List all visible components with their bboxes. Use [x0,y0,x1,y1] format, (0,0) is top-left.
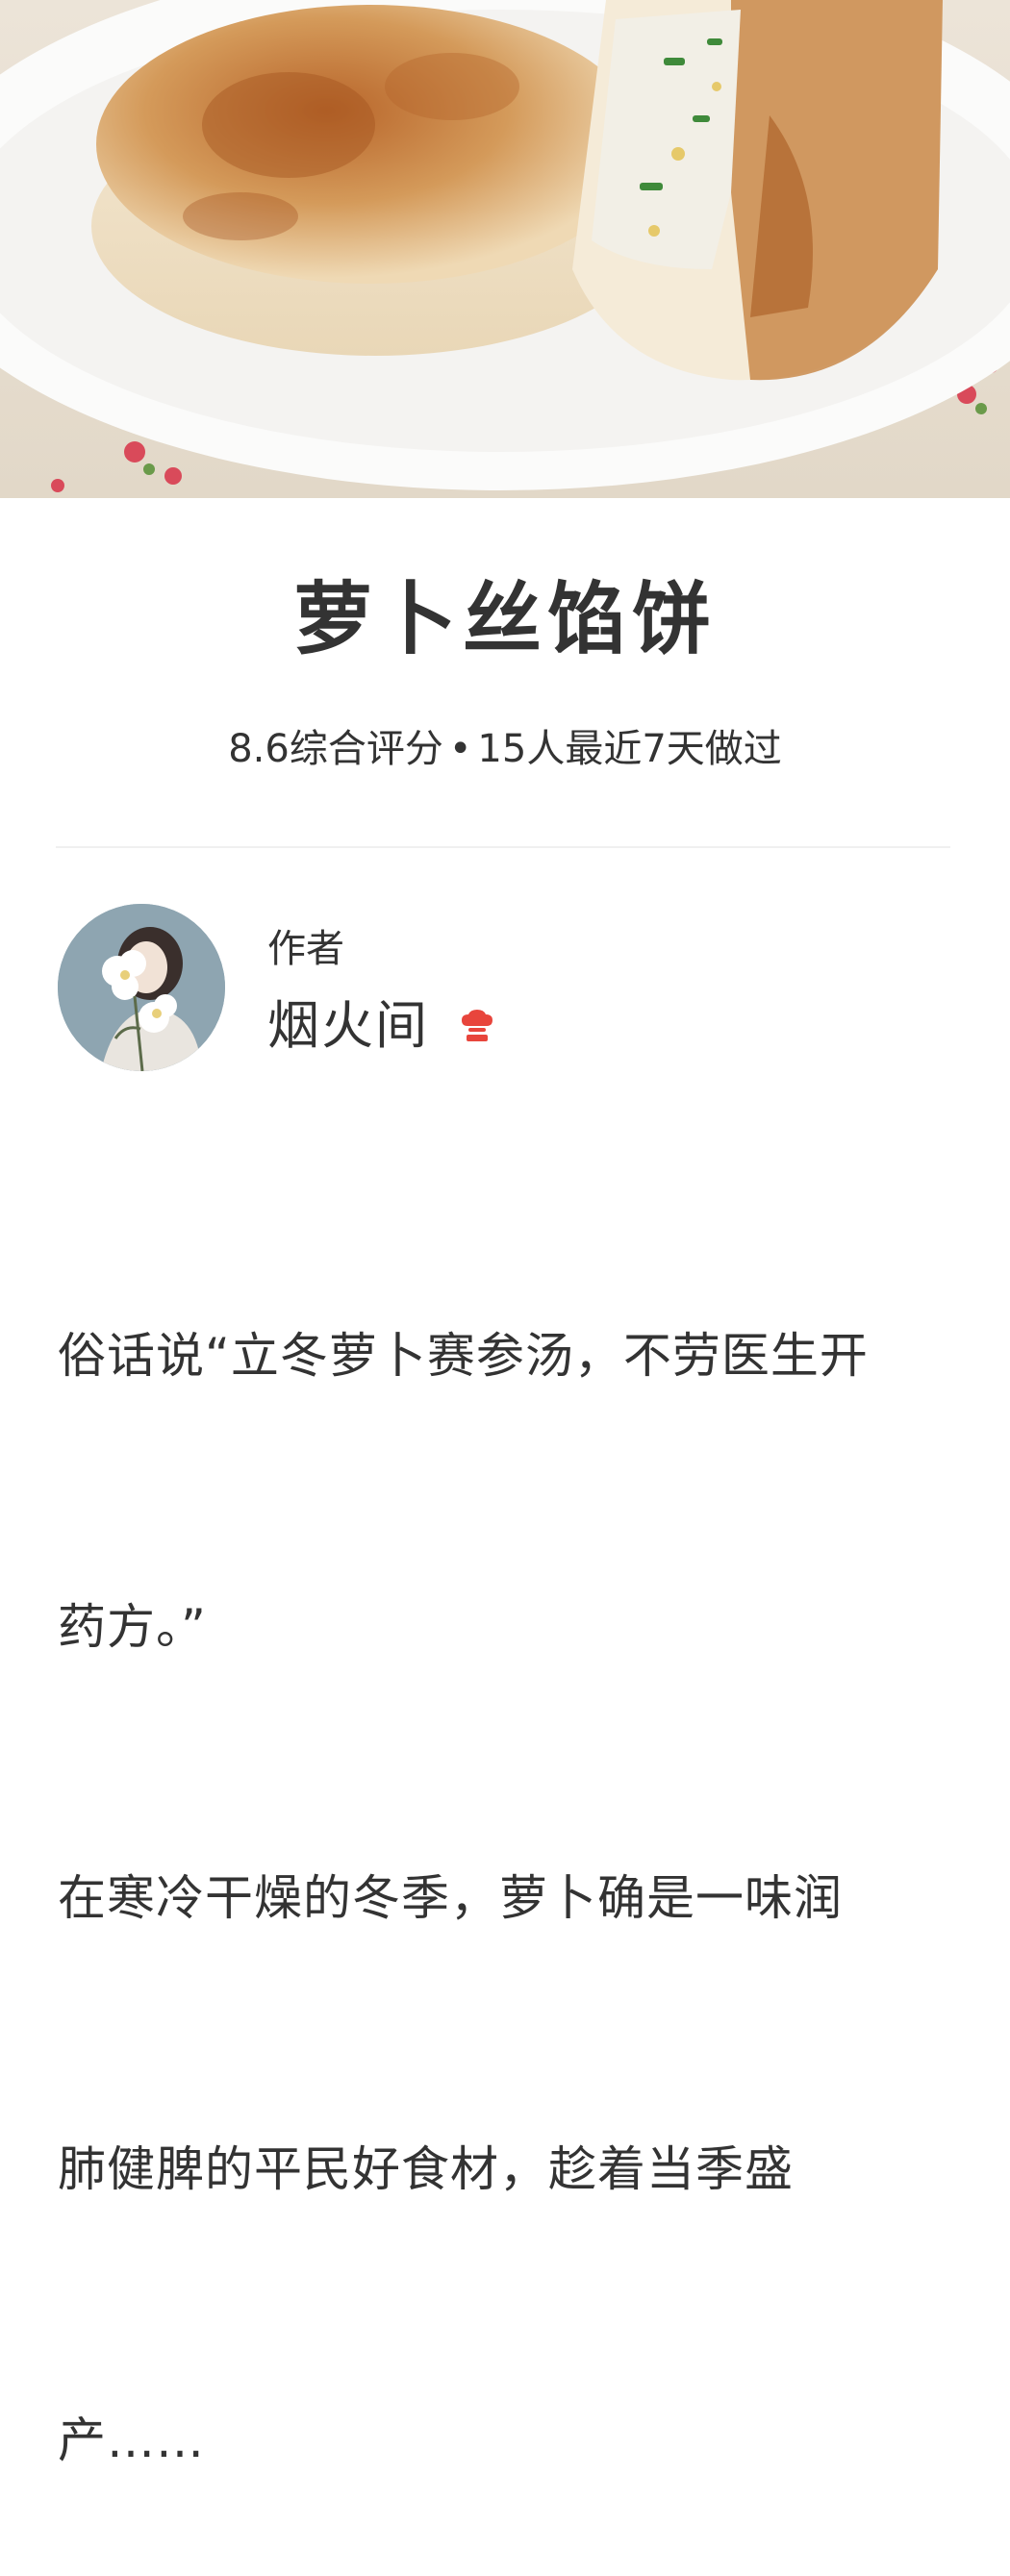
author-name[interactable]: 烟火间 [267,992,429,1060]
recipe-cover-image [0,0,1010,498]
recipe-description: 俗话说“立冬萝卜赛参汤，不劳医生开 药方。” 在寒冷干燥的冬季，萝卜确是一味润 … [58,1130,952,2576]
description-line: 药方。” [58,1599,207,1655]
description-line: 产…… [58,2413,205,2468]
divider [56,846,950,848]
recipe-stats: 8.6综合评分 • 15人最近7天做过 [0,723,1010,775]
description-line: 肺健脾的平民好食材，趁着当季盛 [58,2141,794,2197]
rating-text: 8.6综合评分 [228,727,443,771]
chef-hat-icon [458,1007,496,1045]
separator-dot: • [448,727,472,771]
author-avatar[interactable] [58,904,225,1071]
description-line: 俗话说“立冬萝卜赛参汤，不劳医生开 [58,1328,869,1384]
recipe-title: 萝卜丝馅饼 [292,574,717,665]
author-label: 作者 [267,927,344,971]
description-line: 在寒冷干燥的冬季，萝卜确是一味润 [58,1870,843,1926]
cooked-count-text: 15人最近7天做过 [477,727,782,771]
author-row[interactable]: 烟火间 [267,992,496,1060]
recipe-title-container: 萝卜丝馅饼 [0,572,1010,668]
